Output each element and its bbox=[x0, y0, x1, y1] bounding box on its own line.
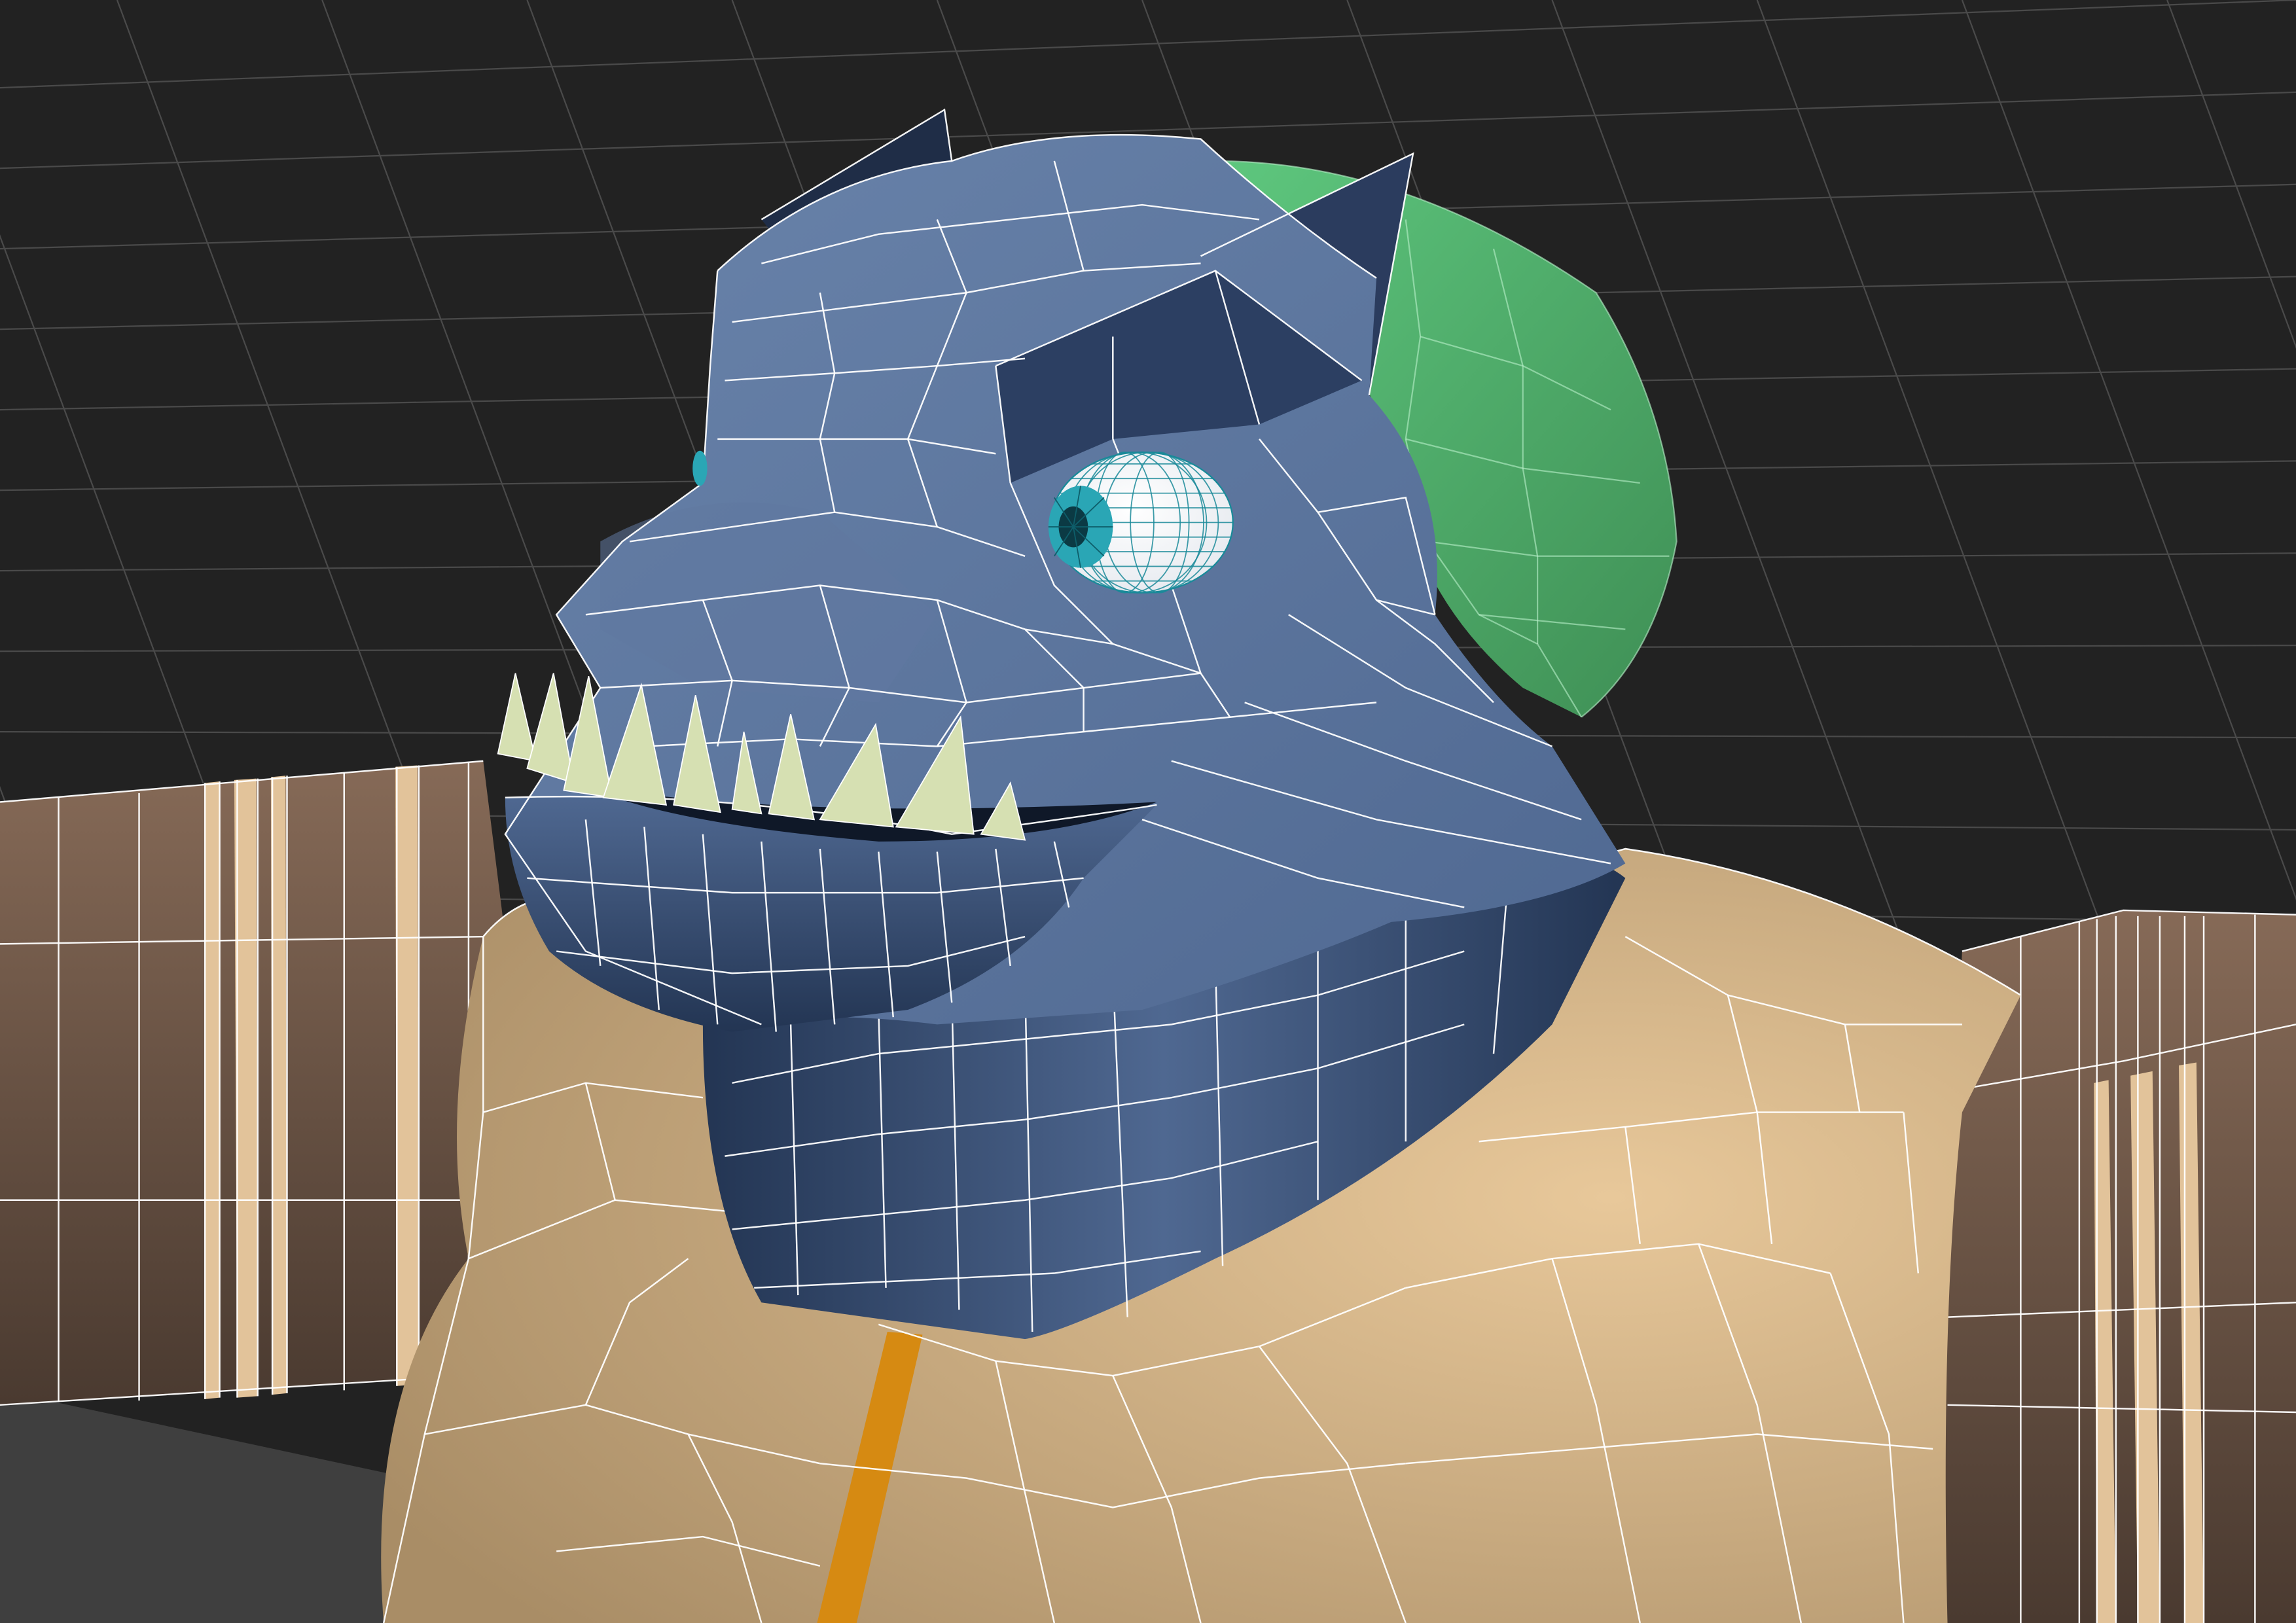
left-arm-mesh bbox=[0, 760, 505, 1406]
3d-viewport[interactable] bbox=[0, 0, 2296, 1623]
viewport-scene[interactable] bbox=[0, 0, 2296, 1623]
